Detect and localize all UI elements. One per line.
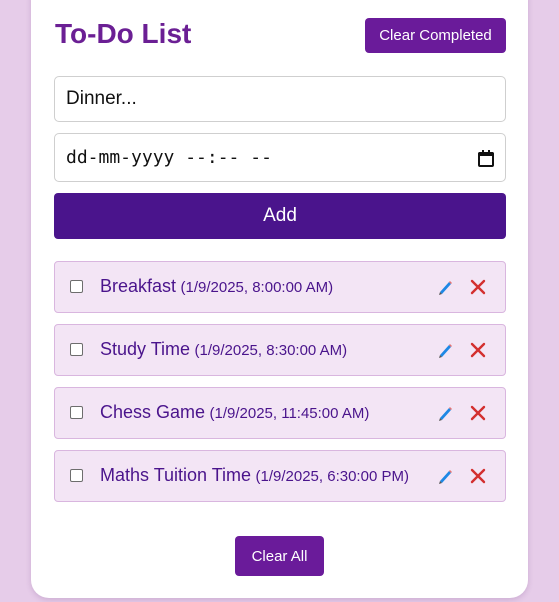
task-checkbox[interactable] [70, 343, 83, 356]
pencil-icon[interactable] [437, 468, 453, 486]
clear-all-button[interactable]: Clear All [235, 536, 324, 576]
task-time: (1/9/2025, 11:45:00 AM) [209, 405, 370, 422]
task-input[interactable]: Dinner... [54, 76, 506, 122]
task-checkbox[interactable] [70, 469, 83, 482]
close-icon[interactable] [469, 467, 487, 485]
task-name: Breakfast [100, 276, 177, 296]
close-icon[interactable] [469, 341, 487, 359]
task-item: Maths Tuition Time (1/9/2025, 6:30:00 PM… [54, 450, 506, 502]
task-list: Breakfast (1/9/2025, 8:00:00 AM) Study T… [54, 261, 506, 513]
task-label: Maths Tuition Time (1/9/2025, 6:30:00 PM… [100, 465, 409, 486]
close-icon[interactable] [469, 404, 487, 422]
pencil-icon[interactable] [437, 342, 453, 360]
task-item: Study Time (1/9/2025, 8:30:00 AM) [54, 324, 506, 376]
task-name: Chess Game [100, 402, 206, 422]
task-label: Breakfast (1/9/2025, 8:00:00 AM) [100, 276, 333, 297]
pencil-icon[interactable] [437, 279, 453, 297]
task-input-value: Dinner... [66, 88, 137, 109]
close-icon[interactable] [469, 278, 487, 296]
page-title: To-Do List [55, 18, 192, 49]
task-checkbox[interactable] [70, 280, 83, 293]
pencil-icon[interactable] [437, 405, 453, 423]
task-checkbox[interactable] [70, 406, 83, 419]
task-item: Breakfast (1/9/2025, 8:00:00 AM) [54, 261, 506, 313]
clear-completed-button[interactable]: Clear Completed [365, 18, 506, 53]
task-label: Study Time (1/9/2025, 8:30:00 AM) [100, 339, 347, 360]
add-button[interactable]: Add [54, 193, 506, 239]
task-time: (1/9/2025, 6:30:00 PM) [255, 468, 409, 485]
task-label: Chess Game (1/9/2025, 11:45:00 AM) [100, 402, 369, 423]
calendar-icon[interactable] [478, 149, 494, 167]
datetime-input[interactable]: dd-mm-yyyy --:-- -- [54, 133, 506, 182]
task-name: Study Time [100, 339, 191, 359]
task-name: Maths Tuition Time [100, 465, 252, 485]
datetime-placeholder: dd-mm-yyyy --:-- -- [66, 147, 272, 168]
task-time: (1/9/2025, 8:00:00 AM) [180, 279, 334, 296]
task-item: Chess Game (1/9/2025, 11:45:00 AM) [54, 387, 506, 439]
task-time: (1/9/2025, 8:30:00 AM) [194, 342, 348, 359]
